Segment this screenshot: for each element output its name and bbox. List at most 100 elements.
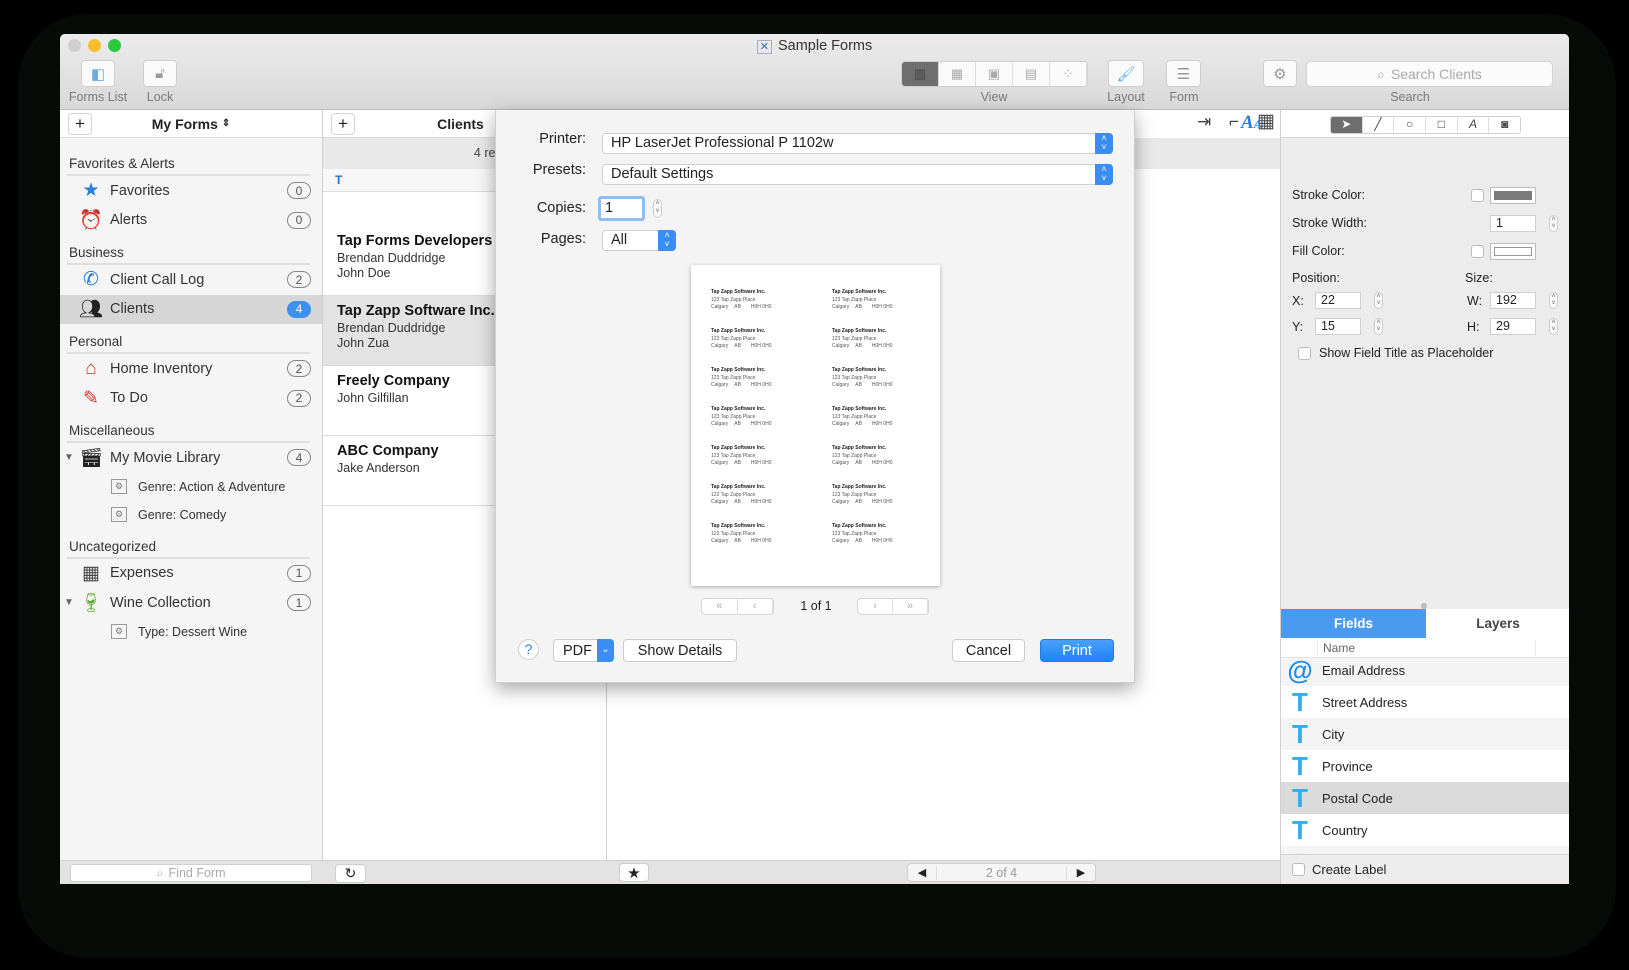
form-icon: ☰ [1176,65,1191,83]
field-row[interactable]: T Street Address [1281,686,1569,718]
copies-field[interactable]: 1 [598,196,645,221]
settings-button[interactable]: ⚙ [1263,60,1297,87]
pointer-tool-icon[interactable]: ➤ [1331,117,1362,133]
tab-fields[interactable]: Fields [1281,609,1426,638]
print-button[interactable]: Print [1040,639,1114,662]
sidebar-subitem[interactable]: ⚙ Genre: Action & Adventure [60,473,322,501]
copies-stepper[interactable]: ˄ ˅ [653,199,662,218]
sidebar-subitem[interactable]: ⚙ Type: Dessert Wine [60,618,322,646]
label-province: AB [855,460,862,466]
field-row[interactable]: @ Email Address [1281,654,1569,686]
sidebar-item[interactable]: ★ Favorites 0 [60,176,322,206]
my-forms-title[interactable]: My Forms [152,116,218,132]
sidebar-item[interactable]: ⏰ Alerts 0 [60,206,322,236]
label-province: AB [855,382,862,388]
stroke-width-field[interactable]: 1 [1490,215,1536,232]
email-at-icon: @ [1287,654,1313,685]
stroke-width-stepper[interactable]: ˄ ˅ [1549,215,1558,232]
cancel-button[interactable]: Cancel [952,639,1025,662]
view-switcher[interactable]: ▥ ▦ ▣ ▤ ⁘ [901,61,1088,87]
label-street: 123 Tap Zapp Place [711,452,756,459]
fill-color-checkbox[interactable] [1471,245,1484,258]
table-view-icon[interactable]: ▦ [939,62,976,86]
clapperboard-icon: 🎬︎ [78,447,104,469]
refresh-button[interactable]: ↻ [335,864,366,883]
stroke-color-well[interactable] [1490,187,1536,204]
h-label: H: [1467,320,1480,334]
search-label: Search [1390,90,1430,104]
x-field[interactable]: 22 [1315,292,1361,309]
add-record-button[interactable]: + [331,113,355,135]
form-button[interactable]: ☰ [1166,60,1201,87]
h-stepper[interactable]: ˄ ˅ [1549,318,1558,335]
sidebar-item[interactable]: ▼ 🍷︎ Wine Collection 1 [60,588,322,618]
help-button[interactable]: ? [518,639,539,660]
y-label: Y: [1292,320,1304,334]
text-tool-icon[interactable]: A [1456,117,1489,133]
next-page-button[interactable]: › [858,599,893,614]
forms-list-button[interactable]: ◧ [81,60,115,87]
field-row[interactable]: T City [1281,718,1569,750]
field-row[interactable]: T Country [1281,814,1569,846]
grid-view-icon[interactable]: ⁘ [1050,62,1087,86]
create-label-checkbox[interactable] [1292,863,1305,876]
field-name: Email Address [1322,662,1406,678]
w-label: W: [1467,294,1483,308]
column-view-icon[interactable]: ▥ [902,62,939,86]
w-stepper[interactable]: ˄ ˅ [1549,292,1558,309]
disclosure-triangle-icon[interactable]: ▼ [64,597,74,608]
name-column-header[interactable]: Name [1317,641,1536,655]
h-field[interactable]: 29 [1490,318,1536,335]
find-form-field[interactable]: ⌕ Find Form [70,864,312,882]
field-name: City [1322,726,1345,742]
calendar-view-icon[interactable]: ▣ [976,62,1013,86]
font-icon[interactable]: AA [1241,112,1262,134]
oval-tool-icon[interactable]: ○ [1393,117,1425,133]
map-view-icon[interactable]: ▤ [1013,62,1050,86]
previous-record-button[interactable]: ◀ [908,866,936,879]
y-field[interactable]: 15 [1315,318,1361,335]
presets-select[interactable]: Default Settings ˄ ˅ [602,164,1113,185]
show-details-button[interactable]: Show Details [623,639,737,662]
add-form-button[interactable]: + [68,113,92,135]
label-city: Calgary [711,421,729,427]
x-stepper[interactable]: ˄ ˅ [1374,292,1383,309]
label-postal: H0H 0H0 [871,421,893,427]
field-row[interactable]: T Postal Code [1281,782,1569,814]
sidebar-item[interactable]: ⌂ Home Inventory 2 [60,354,322,384]
sidebar-item[interactable]: ▦ Expenses 1 [60,559,322,589]
tab-layers[interactable]: Layers [1426,609,1569,638]
next-record-button[interactable]: ▶ [1067,866,1095,879]
stroke-color-swatch [1494,191,1532,200]
sidebar-subitem[interactable]: ⚙ Genre: Comedy [60,501,322,529]
field-row[interactable]: ▯Client Documents [1281,846,1569,854]
first-page-button[interactable]: « [702,599,738,614]
sidebar-item[interactable]: ✆ Client Call Log 2 [60,265,322,295]
printer-select[interactable]: HP LaserJet Professional P 1102w ˄ ˅ [602,133,1113,154]
w-field[interactable]: 192 [1490,292,1536,309]
sidebar-item[interactable]: ▼ 🎬︎ My Movie Library 4 [60,443,322,473]
fill-color-well[interactable] [1490,243,1536,260]
rectangle-tool-icon[interactable]: □ [1425,117,1457,133]
search-field[interactable]: ⌕ Search Clients [1306,61,1553,87]
line-tool-icon[interactable]: ╱ [1361,117,1394,133]
sidebar-item[interactable]: 👥︎ Clients 4 [60,294,322,324]
field-row[interactable]: T Province [1281,750,1569,782]
pdf-menu-button[interactable]: PDF ⌄ [553,639,614,662]
layout-button[interactable]: 🖌︎ [1108,60,1144,87]
favorite-button[interactable]: ★ [619,863,649,882]
pages-select[interactable]: All ˄ ˅ [602,230,676,251]
ruler-icon[interactable]: ⌐ [1229,112,1239,132]
placeholder-checkbox[interactable] [1298,347,1311,360]
label-postal: H0H 0H0 [871,304,893,310]
y-stepper[interactable]: ˄ ˅ [1374,318,1383,335]
stroke-color-checkbox[interactable] [1471,189,1484,202]
lock-button[interactable]: 🔓︎ [143,60,177,87]
forms-list-label: Forms List [68,90,128,104]
previous-page-button[interactable]: ‹ [738,599,773,614]
camera-tool-icon[interactable]: ◙ [1488,117,1520,133]
tab-order-icon[interactable]: ⇥ [1197,112,1211,132]
sidebar-item[interactable]: ✎ To Do 2 [60,384,322,414]
last-page-button[interactable]: » [893,599,928,614]
disclosure-triangle-icon[interactable]: ▼ [64,452,74,463]
